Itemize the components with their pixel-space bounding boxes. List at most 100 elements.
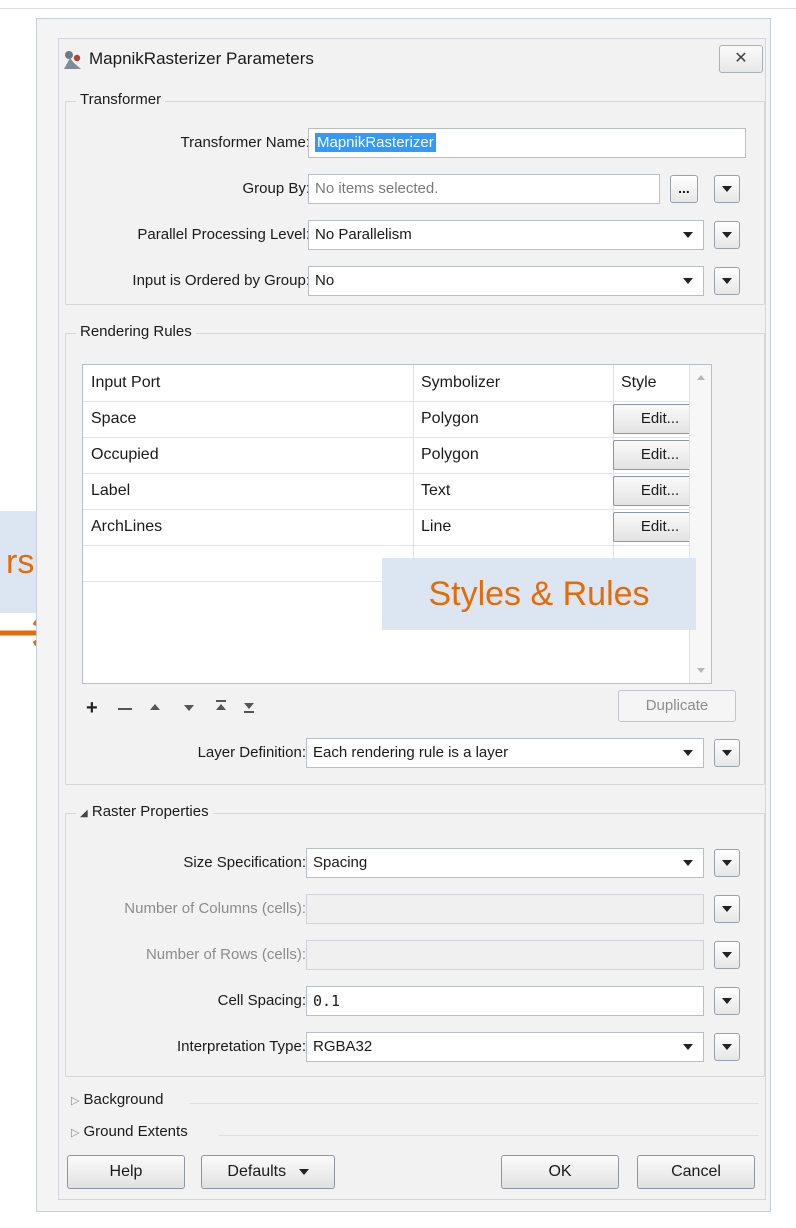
chevron-down-icon xyxy=(722,906,732,912)
size-specification-select[interactable]: Spacing xyxy=(306,848,704,878)
parallel-processing-label: Parallel Processing Level: xyxy=(137,226,310,243)
background-section-label: Background xyxy=(83,1091,164,1108)
expand-triangle-icon: ▷ xyxy=(71,1127,80,1139)
transformer-name-value: MapnikRasterizer xyxy=(315,133,436,152)
layer-definition-value: Each rendering rule is a layer xyxy=(313,744,509,761)
transformer-name-input[interactable]: MapnikRasterizer xyxy=(308,128,746,158)
number-of-rows-menu-button[interactable] xyxy=(714,941,740,969)
raster-properties-label: Raster Properties xyxy=(91,803,209,820)
group-by-value: No items selected. xyxy=(315,180,439,197)
scroll-down-icon[interactable] xyxy=(697,668,705,673)
transformer-group: Transformer Transformer Name: MapnikRast… xyxy=(65,91,765,305)
layer-definition-label: Layer Definition: xyxy=(197,744,306,761)
defaults-label: Defaults xyxy=(227,1163,287,1180)
table-cell-symbolizer[interactable]: Text xyxy=(413,473,450,509)
number-of-columns-input xyxy=(306,894,704,924)
column-header-input-port[interactable]: Input Port xyxy=(83,365,160,401)
move-top-icon[interactable] xyxy=(216,704,226,710)
layer-definition-select[interactable]: Each rendering rule is a layer xyxy=(306,738,704,768)
cancel-button[interactable]: Cancel xyxy=(637,1155,755,1189)
chevron-down-icon xyxy=(722,750,732,756)
window-title: MapnikRasterizer Parameters xyxy=(89,49,314,68)
dropdown-arrow-icon xyxy=(683,860,693,866)
chevron-down-icon xyxy=(722,278,732,284)
number-of-columns-menu-button[interactable] xyxy=(714,895,740,923)
add-rule-icon[interactable]: + xyxy=(86,698,98,718)
left-callout-text: rs xyxy=(6,543,35,581)
ground-extents-section-toggle[interactable]: ▷ Ground Extents xyxy=(71,1123,188,1140)
group-by-browse-button[interactable]: ... xyxy=(670,175,698,203)
duplicate-button[interactable]: Duplicate xyxy=(618,690,736,722)
table-scrollbar[interactable] xyxy=(689,365,711,683)
raster-properties-group: ◢ Raster Properties Size Specification: … xyxy=(65,803,765,1077)
ground-extents-section-label: Ground Extents xyxy=(83,1123,188,1140)
table-cell-port[interactable]: ArchLines xyxy=(83,509,162,545)
interpretation-type-menu-button[interactable] xyxy=(714,1033,740,1061)
group-by-label: Group By: xyxy=(242,180,310,197)
table-cell-port[interactable]: Label xyxy=(83,473,130,509)
transformer-group-title: Transformer xyxy=(76,91,166,108)
title-bar: MapnikRasterizer Parameters ✕ xyxy=(59,39,765,83)
remove-rule-icon[interactable] xyxy=(118,708,132,710)
input-ordered-label: Input is Ordered by Group: xyxy=(132,272,310,289)
table-cell-symbolizer[interactable]: Polygon xyxy=(413,437,479,473)
move-top-bar-icon xyxy=(216,700,226,702)
expand-triangle-icon: ▷ xyxy=(71,1095,80,1107)
background-section-toggle[interactable]: ▷ Background xyxy=(71,1091,164,1108)
help-button[interactable]: Help xyxy=(67,1155,185,1189)
raster-properties-title[interactable]: ◢ Raster Properties xyxy=(76,803,213,820)
interpretation-type-label: Interpretation Type: xyxy=(177,1038,306,1055)
close-button[interactable]: ✕ xyxy=(719,45,763,73)
dropdown-arrow-icon xyxy=(683,1044,693,1050)
move-down-icon[interactable] xyxy=(184,705,194,711)
rendering-rules-title: Rendering Rules xyxy=(76,323,196,340)
column-header-style[interactable]: Style xyxy=(613,365,657,401)
column-header-symbolizer[interactable]: Symbolizer xyxy=(413,365,500,401)
size-specification-menu-button[interactable] xyxy=(714,849,740,877)
cell-spacing-value: 0.1 xyxy=(313,992,341,1010)
number-of-columns-label: Number of Columns (cells): xyxy=(124,900,306,917)
cell-spacing-label: Cell Spacing: xyxy=(217,992,306,1009)
cell-spacing-input[interactable]: 0.1 xyxy=(306,986,704,1016)
number-of-rows-input xyxy=(306,940,704,970)
move-bottom-icon[interactable] xyxy=(244,703,254,709)
dropdown-arrow-icon xyxy=(683,750,693,756)
cell-spacing-menu-button[interactable] xyxy=(714,987,740,1015)
chevron-down-icon xyxy=(722,998,732,1004)
interpretation-type-value: RGBA32 xyxy=(313,1038,373,1055)
rendering-rules-table: Input Port Symbolizer Style Space Polygo… xyxy=(82,364,712,684)
chevron-down-icon xyxy=(722,860,732,866)
parallel-processing-menu-button[interactable] xyxy=(714,221,740,249)
styles-rules-callout-text: Styles & Rules xyxy=(428,575,650,613)
defaults-button[interactable]: Defaults xyxy=(201,1155,335,1189)
table-cell-port[interactable]: Occupied xyxy=(83,437,159,473)
input-ordered-menu-button[interactable] xyxy=(714,267,740,295)
transformer-app-icon xyxy=(64,51,81,69)
group-by-menu-button[interactable] xyxy=(714,175,740,203)
interpretation-type-select[interactable]: RGBA32 xyxy=(306,1032,704,1062)
table-cell-symbolizer[interactable]: Polygon xyxy=(413,401,479,437)
dropdown-arrow-icon xyxy=(683,232,693,238)
move-bottom-bar-icon xyxy=(244,711,254,713)
number-of-rows-label: Number of Rows (cells): xyxy=(145,946,306,963)
input-ordered-select[interactable]: No xyxy=(308,266,704,296)
scroll-up-icon[interactable] xyxy=(697,375,705,380)
move-up-icon[interactable] xyxy=(150,704,160,710)
dropdown-arrow-icon xyxy=(683,278,693,284)
layer-definition-menu-button[interactable] xyxy=(714,739,740,767)
input-ordered-value: No xyxy=(315,272,335,289)
slide-top-line xyxy=(0,8,796,9)
collapse-triangle-icon: ◢ xyxy=(80,808,88,819)
dropdown-arrow-icon xyxy=(298,1168,309,1175)
close-icon: ✕ xyxy=(734,50,748,67)
group-by-browse-label: ... xyxy=(678,180,690,196)
table-cell-port[interactable]: Space xyxy=(83,401,136,437)
chevron-down-icon xyxy=(722,952,732,958)
table-cell-symbolizer[interactable]: Line xyxy=(413,509,451,545)
ok-button[interactable]: OK xyxy=(501,1155,619,1189)
parallel-processing-select[interactable]: No Parallelism xyxy=(308,220,704,250)
size-specification-label: Size Specification: xyxy=(183,854,306,871)
chevron-down-icon xyxy=(722,1044,732,1050)
chevron-down-icon xyxy=(722,232,732,238)
group-by-input[interactable]: No items selected. xyxy=(308,174,660,204)
